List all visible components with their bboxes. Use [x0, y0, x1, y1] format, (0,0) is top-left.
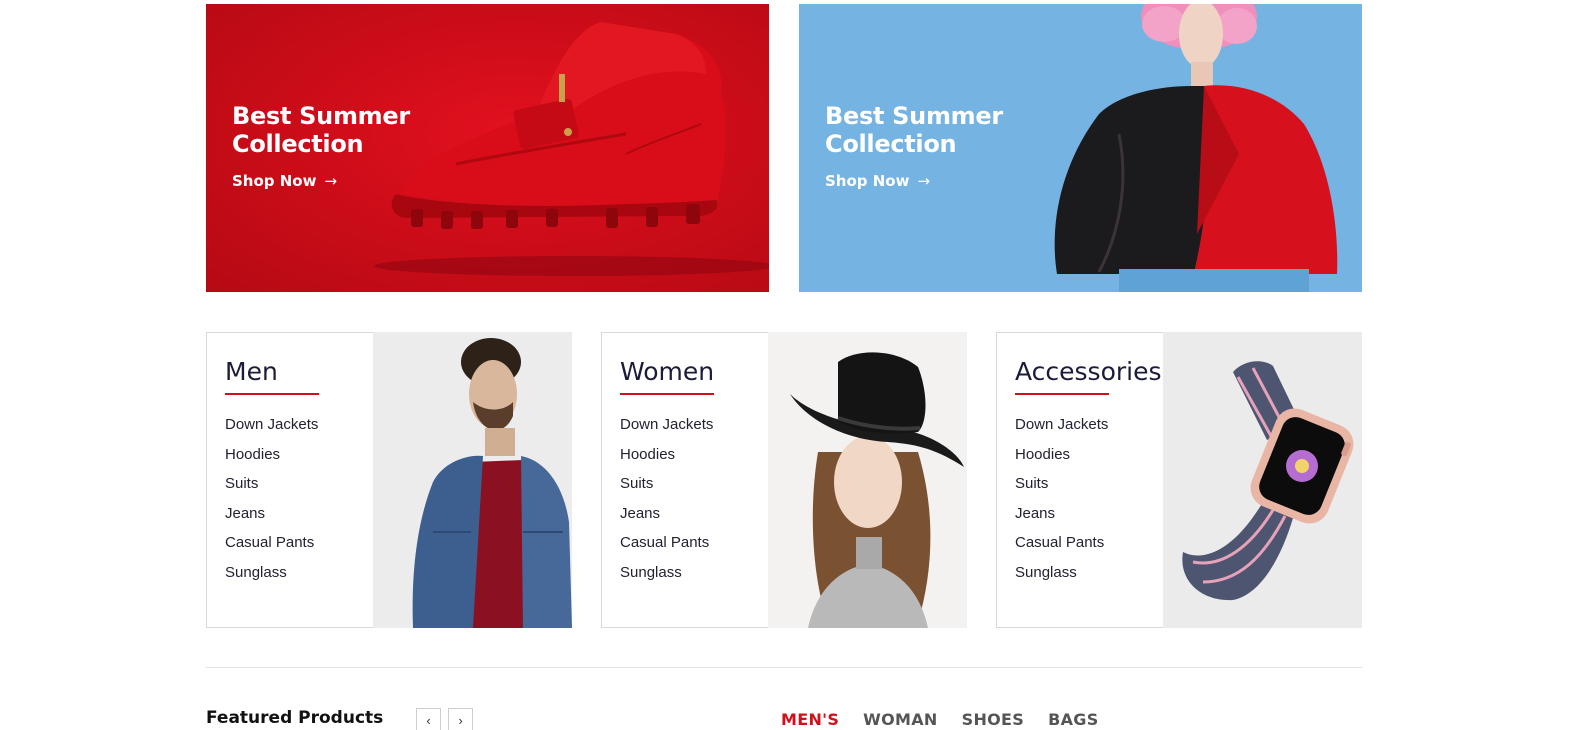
category-link[interactable]: Jeans — [225, 504, 373, 534]
category-link[interactable]: Down Jackets — [620, 415, 768, 445]
category-link[interactable]: Casual Pants — [1015, 533, 1163, 563]
smartwatch-image — [1182, 361, 1354, 601]
shop-now-link[interactable]: Shop Now → — [232, 172, 337, 190]
title-underline — [620, 393, 714, 395]
category-link[interactable]: Jeans — [1015, 504, 1163, 534]
product-filter-tabs: MEN'S WOMAN SHOES BAGS — [781, 710, 1099, 729]
category-card-accessories: Accessories Down Jackets Hoodies Suits J… — [996, 332, 1362, 628]
banner-text: Best Summer Collection Shop Now → — [825, 102, 1065, 191]
tab-mens[interactable]: MEN'S — [781, 710, 839, 729]
category-menu: Women Down Jackets Hoodies Suits Jeans C… — [601, 332, 769, 628]
category-link[interactable]: Suits — [1015, 474, 1163, 504]
man-in-denim-image — [412, 338, 572, 628]
tab-woman[interactable]: WOMAN — [863, 710, 937, 729]
banner-title: Best Summer Collection — [825, 102, 1003, 158]
tab-shoes[interactable]: SHOES — [962, 710, 1024, 729]
category-menu: Accessories Down Jackets Hoodies Suits J… — [996, 332, 1164, 628]
arrow-right-icon: → — [917, 172, 931, 190]
title-underline — [1015, 393, 1109, 395]
category-link[interactable]: Hoodies — [225, 445, 373, 475]
category-link[interactable]: Jeans — [620, 504, 768, 534]
shop-now-link[interactable]: Shop Now → — [825, 172, 930, 190]
category-menu: Men Down Jackets Hoodies Suits Jeans Cas… — [206, 332, 374, 628]
chevron-left-icon: ‹ — [426, 713, 431, 728]
category-links: Down Jackets Hoodies Suits Jeans Casual … — [1015, 415, 1163, 593]
category-card-men: Men Down Jackets Hoodies Suits Jeans Cas… — [206, 332, 572, 628]
banner-title: Best Summer Collection — [232, 102, 410, 158]
chevron-right-icon: › — [458, 713, 463, 728]
promo-banner-fashion[interactable]: Best Summer Collection Shop Now → — [799, 4, 1362, 292]
carousel-prev-button[interactable]: ‹ — [416, 708, 441, 730]
category-link[interactable]: Suits — [620, 474, 768, 504]
category-card-women: Women Down Jackets Hoodies Suits Jeans C… — [601, 332, 967, 628]
category-link[interactable]: Down Jackets — [225, 415, 373, 445]
carousel-next-button[interactable]: › — [448, 708, 473, 730]
women-photo[interactable] — [768, 332, 967, 628]
title-underline — [225, 393, 319, 395]
category-title[interactable]: Men — [225, 355, 373, 389]
category-link[interactable]: Casual Pants — [620, 533, 768, 563]
featured-products-title: Featured Products — [206, 708, 384, 728]
section-divider — [206, 667, 1362, 668]
category-link[interactable]: Casual Pants — [225, 533, 373, 563]
category-links: Down Jackets Hoodies Suits Jeans Casual … — [620, 415, 768, 593]
category-link[interactable]: Suits — [225, 474, 373, 504]
woman-in-hat-image — [790, 352, 964, 628]
accessories-photo[interactable] — [1163, 332, 1362, 628]
category-link[interactable]: Sunglass — [1015, 563, 1163, 593]
arrow-right-icon: → — [324, 172, 338, 190]
category-link[interactable]: Sunglass — [620, 563, 768, 593]
shop-now-label: Shop Now — [825, 172, 910, 190]
tab-bags[interactable]: BAGS — [1048, 710, 1098, 729]
category-link[interactable]: Sunglass — [225, 563, 373, 593]
banner-text: Best Summer Collection Shop Now → — [232, 102, 472, 191]
shop-now-label: Shop Now — [232, 172, 317, 190]
category-link[interactable]: Hoodies — [1015, 445, 1163, 475]
men-photo[interactable] — [373, 332, 572, 628]
category-link[interactable]: Hoodies — [620, 445, 768, 475]
category-link[interactable]: Down Jackets — [1015, 415, 1163, 445]
category-title[interactable]: Women — [620, 355, 768, 389]
category-links: Down Jackets Hoodies Suits Jeans Casual … — [225, 415, 373, 593]
promo-banner-shoes[interactable]: Best Summer Collection Shop Now → — [206, 4, 769, 292]
category-title[interactable]: Accessories — [1015, 355, 1163, 389]
